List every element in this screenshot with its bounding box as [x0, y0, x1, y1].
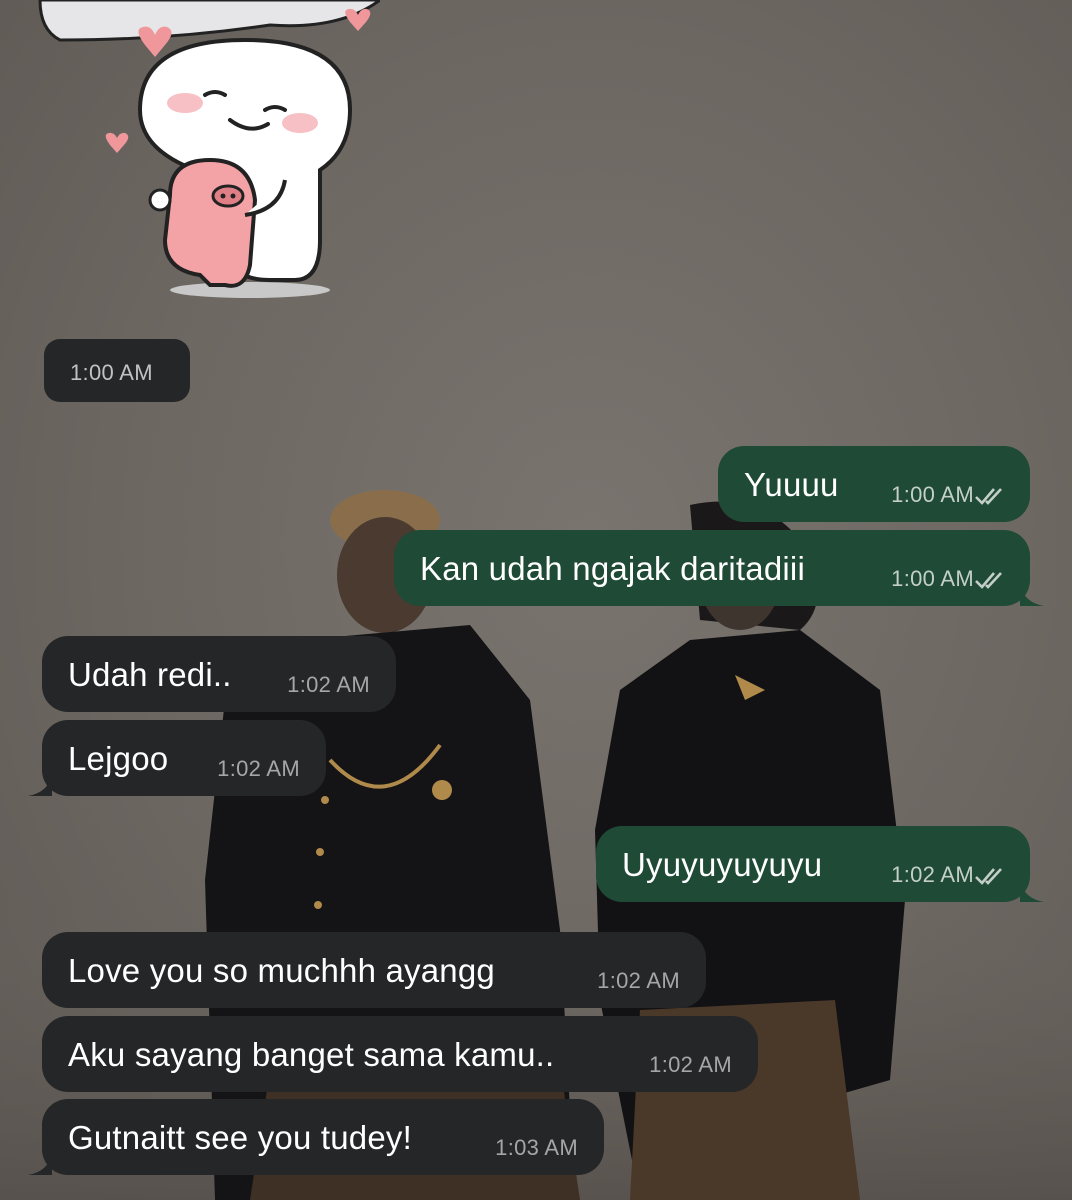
message-time: 1:00 AM	[891, 482, 974, 507]
incoming-message[interactable]: Udah redi.. 1:02 AM	[42, 636, 396, 712]
incoming-message[interactable]: Aku sayang banget sama kamu.. 1:02 AM	[42, 1016, 758, 1092]
read-receipt-icon	[975, 572, 1002, 589]
hugging-pig-sticker-icon[interactable]	[20, 0, 380, 310]
message-time: 1:00 AM	[891, 566, 974, 591]
incoming-message[interactable]: Lejgoo 1:02 AM	[28, 720, 326, 796]
bubble-tail	[28, 772, 52, 796]
chat-view[interactable]: 1:00 AM Yuuuu 1:00 AM Kan udah ngajak da…	[0, 0, 1072, 1200]
incoming-message[interactable]: Love you so muchhh ayangg 1:02 AM	[42, 932, 706, 1008]
outgoing-message[interactable]: Yuuuu 1:00 AM	[718, 446, 1030, 522]
message-text: Kan udah ngajak daritadiii	[420, 550, 805, 587]
read-receipt-icon	[975, 868, 1002, 885]
outgoing-message[interactable]: Kan udah ngajak daritadiii 1:00 AM	[394, 530, 1044, 606]
message-time: 1:00 AM	[70, 360, 153, 385]
message-time: 1:02 AM	[287, 672, 370, 697]
message-time: 1:02 AM	[649, 1052, 732, 1077]
message-text: Aku sayang banget sama kamu..	[68, 1036, 555, 1073]
message-text: Udah redi..	[68, 656, 232, 693]
message-text: Love you so muchhh ayangg	[68, 952, 495, 989]
sticker-timestamp: 1:00 AM	[44, 339, 190, 402]
bubble-tail	[1020, 878, 1044, 902]
message-time: 1:02 AM	[217, 756, 300, 781]
message-time: 1:03 AM	[495, 1135, 578, 1160]
message-text: Gutnaitt see you tudey!	[68, 1119, 412, 1156]
message-time: 1:02 AM	[891, 862, 974, 887]
message-text: Lejgoo	[68, 740, 169, 777]
outgoing-message[interactable]: Uyuyuyuyuyu 1:02 AM	[596, 826, 1044, 902]
message-time: 1:02 AM	[597, 968, 680, 993]
bubble-tail	[28, 1151, 52, 1175]
message-text: Yuuuu	[744, 466, 839, 503]
bubble-tail	[1020, 582, 1044, 606]
message-text: Uyuyuyuyuyu	[622, 846, 823, 883]
read-receipt-icon	[975, 488, 1002, 505]
incoming-message[interactable]: Gutnaitt see you tudey! 1:03 AM	[28, 1099, 604, 1175]
